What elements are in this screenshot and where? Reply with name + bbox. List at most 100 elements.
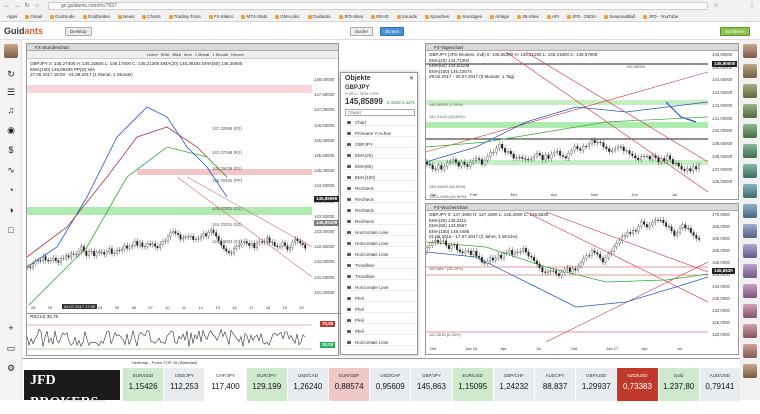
object-list-item[interactable]: EMA(20) xyxy=(345,152,415,159)
desktop-button[interactable]: Desktop xyxy=(65,27,92,36)
dollar-icon[interactable]: $ xyxy=(5,144,17,156)
object-list-item[interactable]: Rechteck xyxy=(345,207,415,214)
contact-avatar[interactable] xyxy=(743,224,757,238)
bookmark-item[interactable]: Sprachen xyxy=(422,14,452,19)
weekly-chart-plot[interactable] xyxy=(426,212,708,344)
heatmap-cell[interactable]: CHF/JPY 117,400 xyxy=(204,368,246,401)
user-avatar[interactable] xyxy=(4,44,18,58)
bookmark-item[interactable]: Ablage xyxy=(487,14,512,19)
heatmap-cell[interactable]: GBP/USD 1,29937 xyxy=(575,368,617,401)
heatmap-cell[interactable]: AUD/USD 0,79141 xyxy=(698,368,740,401)
contact-avatar[interactable] xyxy=(743,144,757,158)
contact-avatar[interactable] xyxy=(743,344,757,358)
bookmark-item[interactable]: News xyxy=(115,14,137,19)
bookmark-item[interactable]: GM-Links xyxy=(272,14,302,19)
heatmap-cell[interactable]: Gold 1.237,80 xyxy=(657,368,699,401)
pie-icon[interactable]: ◔ xyxy=(5,184,17,196)
rsi-plot[interactable] xyxy=(27,321,312,353)
contact-avatar[interactable] xyxy=(743,164,757,178)
eye-icon[interactable]: ◉ xyxy=(5,124,17,136)
contact-avatar[interactable] xyxy=(743,84,757,98)
chart-toolbar-item[interactable]: BMA xyxy=(172,52,181,57)
gauge-icon[interactable]: ◑ xyxy=(5,204,17,216)
object-list-item[interactable]: GBPJPY xyxy=(345,141,415,148)
objects-panel[interactable]: Objekte ✕ GBPJPY FOREX / NEW YORK 145,85… xyxy=(340,72,418,355)
object-list-item[interactable]: Horizontale Linie xyxy=(345,240,415,247)
bookmark-item[interactable]: SeasonalBull xyxy=(601,14,638,19)
heatmap-cell[interactable]: EUR/USD 1,15426 xyxy=(122,368,164,401)
bookmark-item[interactable]: FX-Makro xyxy=(206,14,237,19)
object-list-item[interactable]: Chart xyxy=(345,119,415,126)
book-icon[interactable]: □ xyxy=(5,224,17,236)
heatmap-cell[interactable]: USD/CAD 1,26240 xyxy=(286,368,328,401)
menu-icon[interactable]: ⋮ xyxy=(748,2,756,10)
bookmark-item[interactable]: Trading-Tools xyxy=(166,14,204,19)
chart-toolbar-item[interactable]: Inne xyxy=(184,52,192,57)
bookmark-item[interactable]: Sonstiges xyxy=(454,14,485,19)
object-list-item[interactable]: Trendlinie xyxy=(345,262,415,269)
bookmark-item[interactable]: Charts xyxy=(139,14,163,19)
object-search-input[interactable] xyxy=(345,109,415,116)
chart-toolbar-item[interactable]: 1 Monat xyxy=(195,52,209,57)
bookmark-item[interactable]: API xyxy=(544,14,562,19)
close-button[interactable]: Schliesen xyxy=(720,27,750,36)
contact-avatar[interactable] xyxy=(743,204,757,218)
heatmap-cell[interactable]: AUD/JPY 88,837 xyxy=(534,368,576,401)
bookmark-item[interactable]: READ xyxy=(368,14,392,19)
chart-toolbar-item[interactable]: 1 Stunde xyxy=(212,52,228,57)
folder-icon[interactable]: ▭ xyxy=(5,342,17,354)
chart-toolbar-item[interactable]: Linien xyxy=(147,52,158,57)
contact-avatar[interactable] xyxy=(743,324,757,338)
heatmap-cell[interactable]: GBP/CHF 1,24232 xyxy=(492,368,534,401)
bell-icon[interactable]: ♫ xyxy=(5,104,17,116)
bookmark-item[interactable]: JFD - YouTube xyxy=(640,14,681,19)
object-list-item[interactable]: Horizontale Linie xyxy=(345,339,415,346)
guidants-logo[interactable]: Guidants xyxy=(4,26,43,36)
contact-avatar[interactable] xyxy=(743,184,757,198)
screen-button[interactable]: Screen xyxy=(380,27,405,36)
contact-avatar[interactable] xyxy=(743,44,757,58)
daily-chart-plot[interactable] xyxy=(426,52,708,192)
search-button[interactable]: Suche xyxy=(350,27,373,36)
forward-icon[interactable]: → xyxy=(13,2,21,10)
contact-avatar[interactable] xyxy=(743,64,757,78)
back-icon[interactable]: ← xyxy=(3,2,11,10)
object-list-item[interactable]: Horizontale Linie xyxy=(345,284,415,291)
star-icon[interactable]: ☆ xyxy=(712,2,720,10)
jfd-logo[interactable]: JFD BROKERS ALL YOUR ASSET PORTFOLIO xyxy=(24,370,120,410)
object-list-item[interactable]: EMA(100) xyxy=(345,174,415,181)
bookmark-item[interactable]: Guidants xyxy=(305,14,334,19)
settings-icon[interactable]: ⚙ xyxy=(5,362,17,374)
heatmap-cell[interactable]: USD/CHF 0,95609 xyxy=(369,368,411,401)
contact-avatar[interactable] xyxy=(743,284,757,298)
chart-toolbar-item[interactable]: Kerzen xyxy=(231,52,244,57)
heatmap-cell[interactable]: USD/JPY 112,253 xyxy=(163,368,205,401)
hourly-chart-plot[interactable] xyxy=(27,77,312,305)
object-list-item[interactable]: Rechteck xyxy=(345,185,415,192)
heatmap-cell[interactable]: EUR/JPY 129,199 xyxy=(245,368,287,401)
chart-toolbar-item[interactable]: EMA xyxy=(161,52,170,57)
chart-icon[interactable]: ∿ xyxy=(5,164,17,176)
object-list-item[interactable]: Rechteck xyxy=(345,218,415,225)
object-list-item[interactable]: Pfeil xyxy=(345,317,415,324)
apps-link[interactable]: Apps xyxy=(4,14,20,19)
contact-avatar[interactable] xyxy=(743,264,757,278)
object-list-item[interactable]: Pfeil xyxy=(345,306,415,313)
close-icon[interactable]: ✕ xyxy=(409,75,414,82)
object-list-item[interactable]: Primaere Y-Achse xyxy=(345,130,415,137)
contact-avatar[interactable] xyxy=(743,124,757,138)
url-bar[interactable]: go.guidants.com/#c/7937 xyxy=(48,2,708,10)
object-list-item[interactable]: Horizontale Linie xyxy=(345,251,415,258)
home-icon[interactable]: ⌂ xyxy=(33,2,41,10)
bookmark-item[interactable]: Godmode xyxy=(47,14,78,19)
object-list-item[interactable]: EMA(50) xyxy=(345,163,415,170)
object-list-item[interactable]: Rechteck xyxy=(345,196,415,203)
contact-avatar[interactable] xyxy=(743,244,757,258)
bookmark-item[interactable]: GoldSeiten xyxy=(80,14,113,19)
object-list-item[interactable]: Trendlinie xyxy=(345,273,415,280)
contact-avatar[interactable] xyxy=(743,304,757,318)
bookmark-item[interactable]: Gmail xyxy=(22,14,45,19)
object-list-item[interactable]: Horizontale Linie xyxy=(345,229,415,236)
bookmark-item[interactable]: JB-Sites xyxy=(514,14,542,19)
object-list-item[interactable]: Pfeil xyxy=(345,328,415,335)
